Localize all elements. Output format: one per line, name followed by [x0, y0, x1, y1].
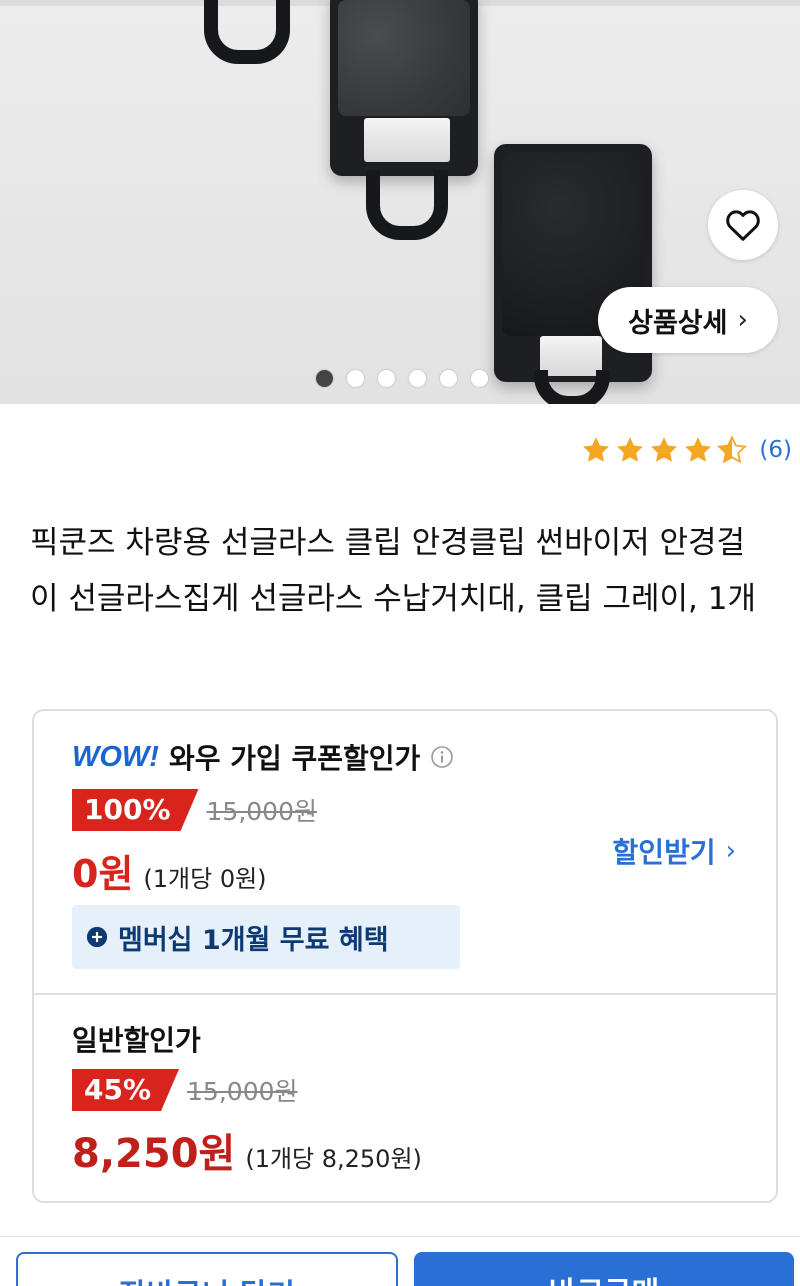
- carousel-dot[interactable]: [316, 369, 333, 387]
- membership-benefit-button[interactable]: 멤버십 1개월 무료 혜택: [72, 905, 460, 969]
- product-page: 상품상세 › (6) 픽쿤즈 차량용 선글라스 클립 안경클립 썬바이저 안경걸…: [0, 0, 800, 1286]
- product-photo-clip-left: [196, 0, 296, 70]
- plus-circle-icon: [86, 926, 108, 948]
- carousel-dot[interactable]: [471, 369, 488, 387]
- product-photo-clip-black: [494, 144, 654, 404]
- wow-unit-price: (1개당 0원): [143, 865, 267, 893]
- product-detail-button[interactable]: 상품상세 ›: [598, 287, 778, 353]
- normal-price-row: 8,250원 (1개당 8,250원): [72, 1121, 422, 1179]
- chevron-right-icon: ›: [737, 305, 748, 335]
- review-count[interactable]: (6): [759, 437, 792, 463]
- rating-summary[interactable]: (6): [581, 430, 792, 470]
- product-image-carousel[interactable]: 상품상세 ›: [0, 0, 800, 404]
- star-half-icon: [717, 435, 748, 464]
- original-price: 15,000원: [187, 1077, 298, 1106]
- normal-price-label: 일반할인가: [72, 1024, 201, 1057]
- original-price: 15,000원: [206, 797, 317, 826]
- normal-price: 8,250원: [72, 1131, 236, 1177]
- star-full-icon: [685, 437, 712, 462]
- wow-price: 0원: [72, 852, 134, 896]
- product-photo-clip-grey: [330, 0, 480, 240]
- heart-outline-icon: [726, 210, 760, 241]
- price-box: WOW! 와우 가입 쿠폰할인가 100% 15,000원 0원 (1개당 0원…: [32, 709, 778, 1203]
- wow-price-row: 0원 (1개당 0원): [72, 843, 267, 898]
- wow-price-section: WOW! 와우 가입 쿠폰할인가 100% 15,000원 0원 (1개당 0원…: [34, 711, 776, 993]
- carousel-indicator: [316, 368, 488, 388]
- carousel-dot[interactable]: [378, 369, 395, 387]
- get-coupon-label: 할인받기: [612, 836, 716, 869]
- wow-discount-row: 100% 15,000원: [72, 789, 317, 831]
- buy-now-button[interactable]: 바로구매: [414, 1252, 794, 1286]
- star-full-icon: [583, 437, 610, 462]
- carousel-dot[interactable]: [347, 369, 364, 387]
- get-coupon-link[interactable]: 할인받기 ›: [613, 831, 736, 871]
- star-full-icon: [651, 437, 678, 462]
- buy-now-label: 바로구매: [549, 1268, 659, 1286]
- membership-benefit-label: 멤버십 1개월 무료 혜택: [118, 924, 389, 956]
- wow-price-label: 와우 가입 쿠폰할인가: [168, 742, 421, 775]
- normal-price-section: 일반할인가 45% 15,000원 8,250원 (1개당 8,250원): [34, 995, 776, 1201]
- chevron-right-icon: ›: [725, 836, 736, 866]
- product-title: 픽쿤즈 차량용 선글라스 클립 안경클립 썬바이저 안경걸이 선글라스집게 선글…: [30, 525, 756, 617]
- carousel-dot[interactable]: [440, 369, 457, 387]
- carousel-dot[interactable]: [409, 369, 426, 387]
- add-to-cart-label: 장바구니 담기: [119, 1270, 295, 1286]
- normal-discount-row: 45% 15,000원: [72, 1069, 298, 1111]
- star-full-icon: [617, 437, 644, 462]
- add-to-cart-button[interactable]: 장바구니 담기: [16, 1252, 398, 1286]
- normal-unit-price: (1개당 8,250원): [245, 1145, 422, 1173]
- discount-badge: 45%: [72, 1069, 179, 1111]
- discount-badge: 100%: [72, 789, 199, 831]
- info-icon[interactable]: [430, 745, 454, 769]
- wow-header: WOW! 와우 가입 쿠폰할인가: [72, 737, 454, 777]
- wishlist-button[interactable]: [708, 190, 778, 260]
- wow-logo: WOW!: [72, 740, 159, 773]
- product-detail-label: 상품상세: [628, 307, 728, 339]
